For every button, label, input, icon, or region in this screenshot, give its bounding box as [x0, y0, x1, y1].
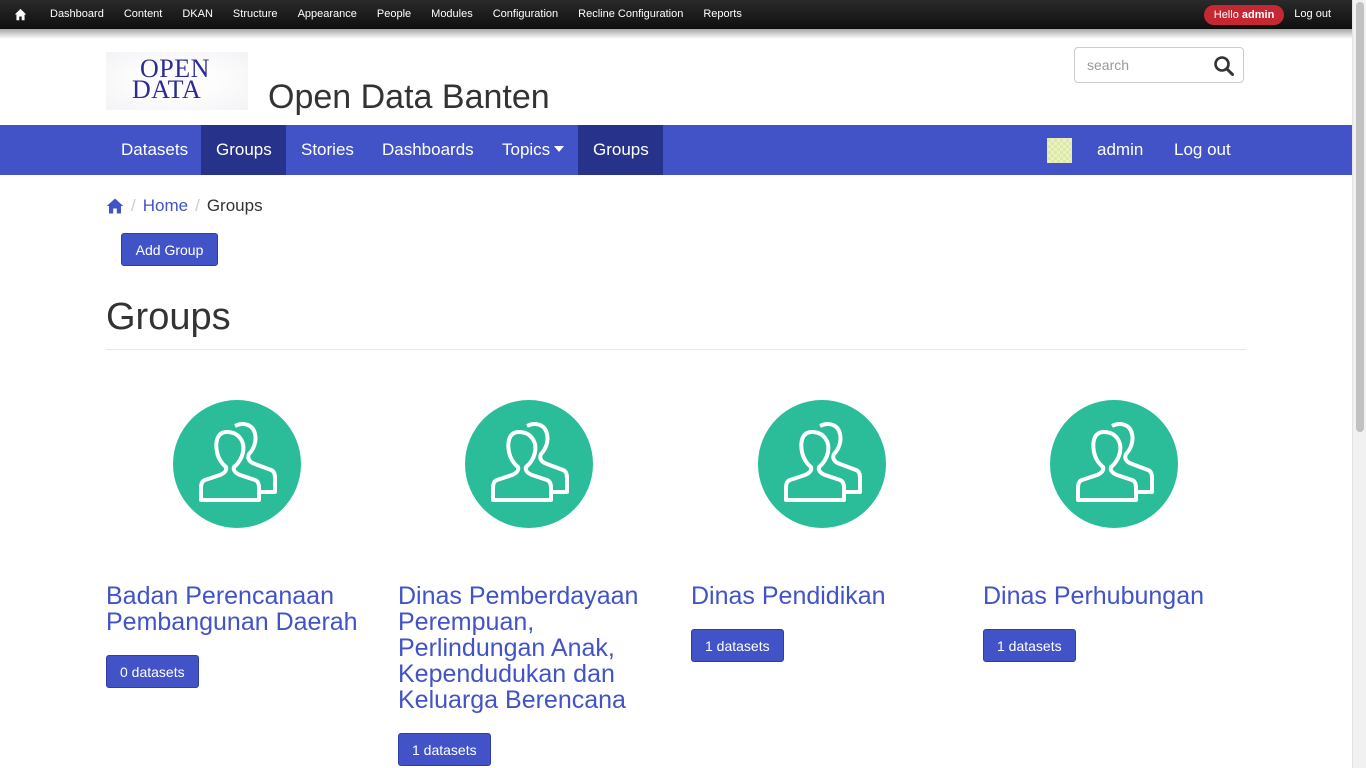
toolbar-configuration[interactable]: Configuration	[483, 0, 568, 29]
nav-groups[interactable]: Groups	[201, 125, 286, 175]
toolbar-appearance[interactable]: Appearance	[288, 0, 367, 29]
toolbar-shadow	[0, 29, 1352, 39]
avatar[interactable]	[1047, 138, 1072, 163]
group-image[interactable]	[758, 400, 886, 528]
toolbar-dashboard[interactable]: Dashboard	[40, 0, 114, 29]
hello-username: admin	[1241, 8, 1275, 21]
nav-datasets[interactable]: Datasets	[106, 125, 203, 175]
breadcrumb-separator: /	[195, 196, 200, 215]
group-name-link[interactable]: Dinas Pendidikan	[691, 583, 953, 609]
toolbar-content[interactable]: Content	[114, 0, 173, 29]
site-title[interactable]: Open Data Banten	[268, 78, 550, 117]
nav-stories[interactable]: Stories	[286, 125, 369, 175]
dataset-count-button[interactable]: 1 datasets	[691, 629, 784, 662]
nav-user[interactable]: admin	[1082, 125, 1158, 175]
title-divider	[106, 349, 1246, 350]
toolbar-modules[interactable]: Modules	[421, 0, 483, 29]
nav-topics-dropdown[interactable]: Topics	[487, 125, 579, 175]
main-navigation: Datasets Groups Stories Dashboards Topic…	[0, 125, 1352, 175]
page-title: Groups	[106, 296, 231, 338]
toolbar-structure[interactable]: Structure	[223, 0, 288, 29]
page-scrollbar[interactable]	[1352, 0, 1366, 768]
home-icon[interactable]	[106, 197, 124, 215]
toolbar-recline-configuration[interactable]: Recline Configuration	[568, 0, 693, 29]
group-image[interactable]	[1050, 400, 1178, 528]
site-logo[interactable]: OPEN DATA	[106, 52, 248, 110]
toolbar-reports[interactable]: Reports	[693, 0, 752, 29]
group-name-link[interactable]: Dinas Perhubungan	[983, 583, 1245, 609]
nav-dashboards[interactable]: Dashboards	[367, 125, 489, 175]
breadcrumb-home[interactable]: Home	[143, 196, 188, 216]
users-icon	[1076, 422, 1154, 502]
search-box	[1074, 47, 1244, 83]
scrollbar-thumb[interactable]	[1356, 2, 1364, 432]
users-icon	[784, 422, 862, 502]
breadcrumb-separator: /	[131, 196, 136, 215]
users-icon	[491, 422, 569, 502]
group-name-link[interactable]: Dinas Pemberdayaan Perempuan, Perlindung…	[398, 583, 660, 713]
toolbar-people[interactable]: People	[367, 0, 421, 29]
toolbar-logout[interactable]: Log out	[1284, 0, 1352, 29]
search-input[interactable]	[1075, 48, 1205, 82]
search-icon[interactable]	[1213, 55, 1235, 77]
users-icon	[199, 422, 277, 502]
breadcrumb: / Home / Groups	[106, 194, 263, 218]
caret-down-icon	[554, 146, 565, 152]
nav-groups-2[interactable]: Groups	[578, 125, 663, 175]
hello-prefix: Hello	[1213, 8, 1239, 21]
breadcrumb-current: Groups	[206, 196, 263, 215]
nav-logout[interactable]: Log out	[1159, 125, 1246, 175]
group-image[interactable]	[465, 400, 593, 528]
toolbar-dkan[interactable]: DKAN	[172, 0, 223, 29]
logo-line-2: DATA	[132, 75, 202, 104]
add-group-button[interactable]: Add Group	[121, 233, 218, 266]
dataset-count-button[interactable]: 1 datasets	[398, 733, 491, 766]
group-name-link[interactable]: Badan Perencanaan Pembangunan Daerah	[106, 583, 368, 635]
dataset-count-button[interactable]: 0 datasets	[106, 655, 199, 688]
group-image[interactable]	[173, 400, 301, 528]
dataset-count-button[interactable]: 1 datasets	[983, 629, 1076, 662]
nav-topics-label: Topics	[502, 140, 551, 159]
admin-toolbar: Dashboard Content DKAN Structure Appeara…	[0, 0, 1352, 29]
hello-user-badge[interactable]: Hello admin	[1203, 4, 1285, 25]
home-icon[interactable]	[0, 0, 40, 29]
